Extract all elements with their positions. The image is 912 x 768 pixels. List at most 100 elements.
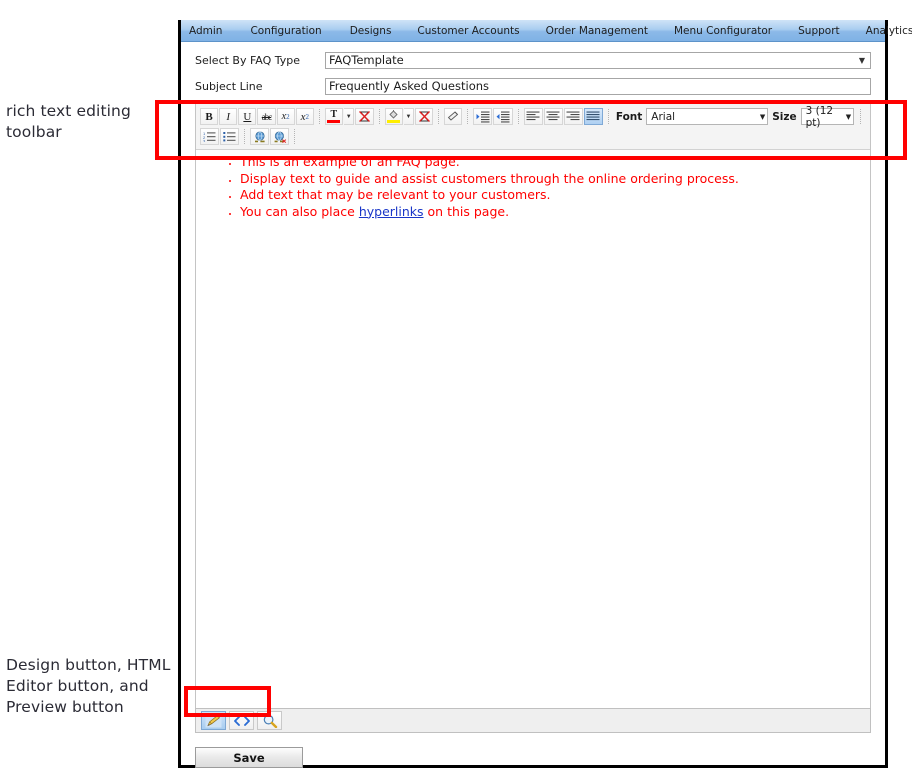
- rich-text-editing-toolbar: B I U abc x2 x2 T ▼ ▼ Font Arial ▼ Size …: [196, 104, 870, 150]
- chevron-down-icon: ▼: [845, 112, 852, 121]
- font-family-select[interactable]: Arial ▼: [646, 108, 769, 125]
- faq-type-value: FAQTemplate: [329, 53, 404, 67]
- align-right-button[interactable]: [563, 108, 583, 125]
- toolbar-separator: [438, 109, 440, 124]
- nav-item-support[interactable]: Support: [798, 25, 840, 37]
- rich-text-editor: B I U abc x2 x2 T ▼ ▼ Font Arial ▼ Size …: [195, 103, 871, 719]
- magnifier-preview-icon: [263, 714, 277, 728]
- list-item: You can also place hyperlinks on this pa…: [240, 204, 864, 221]
- annotation-buttons-callout: Design button, HTML Editor button, and P…: [6, 656, 171, 716]
- numbered-list-button[interactable]: 1 2 3: [200, 128, 219, 145]
- toolbar-separator: [318, 109, 321, 124]
- chevron-down-icon: ▼: [858, 56, 865, 65]
- font-size-select[interactable]: 3 (12 pt) ▼: [800, 105, 855, 129]
- remove-link-button[interactable]: [270, 128, 289, 145]
- faq-type-label: Select By FAQ Type: [195, 54, 301, 67]
- decrease-indent-icon: [496, 111, 510, 122]
- size-label: Size: [772, 110, 797, 123]
- list-item-text: You can also place: [240, 203, 359, 219]
- remove-text-color-button[interactable]: [355, 108, 374, 125]
- align-right-icon: [566, 111, 580, 121]
- increase-indent-icon: [476, 111, 490, 122]
- toolbar-row-2: 1 2 3: [200, 127, 866, 146]
- preview-mode-button[interactable]: [257, 711, 282, 730]
- annotation-toolbar-callout: rich text editing toolbar: [6, 102, 131, 141]
- superscript-button[interactable]: x2: [295, 108, 314, 125]
- nav-item-analytics[interactable]: Analytics: [866, 25, 912, 37]
- toolbar-separator: [467, 109, 469, 124]
- toolbar-separator: [607, 109, 610, 124]
- faq-type-select[interactable]: FAQTemplate ▼: [325, 52, 871, 69]
- font-label: Font: [615, 110, 643, 123]
- subject-line-row: Subject Line Frequently Asked Questions: [195, 78, 871, 95]
- subject-line-label: Subject Line: [195, 80, 263, 93]
- indent-button[interactable]: [473, 108, 493, 125]
- remove-background-color-button[interactable]: [415, 108, 434, 125]
- angle-brackets-html-icon: [233, 715, 250, 726]
- numbered-list-icon: 1 2 3: [203, 131, 216, 142]
- background-color-dropdown-icon[interactable]: ▼: [403, 108, 415, 125]
- align-left-button[interactable]: [523, 108, 543, 125]
- faq-type-row: Select By FAQ Type FAQTemplate ▼: [195, 52, 871, 69]
- eraser-icon: [447, 111, 458, 121]
- faq-bullet-list: This is an example of an FAQ page. Displ…: [202, 154, 864, 220]
- insert-link-button[interactable]: [250, 128, 269, 145]
- svg-text:3: 3: [203, 139, 206, 143]
- pencil-design-icon: [205, 714, 222, 727]
- nav-item-order-management[interactable]: Order Management: [546, 25, 648, 37]
- align-left-icon: [526, 111, 540, 121]
- strikethrough-button[interactable]: abc: [257, 108, 276, 125]
- list-item-text: This is an example of an FAQ page.: [240, 154, 460, 169]
- faq-form: Select By FAQ Type FAQTemplate ▼ Subject…: [181, 42, 885, 104]
- subject-line-value: Frequently Asked Questions: [329, 79, 490, 93]
- nav-item-menu-configurator[interactable]: Menu Configurator: [674, 25, 772, 37]
- font-size-value: 3 (12 pt): [805, 104, 834, 129]
- nav-item-customer-accounts[interactable]: Customer Accounts: [417, 25, 519, 37]
- editor-content-area[interactable]: This is an example of an FAQ page. Displ…: [196, 150, 870, 719]
- toolbar-row-1: B I U abc x2 x2 T ▼ ▼ Font Arial ▼ Size …: [200, 105, 866, 129]
- align-center-icon: [546, 111, 560, 121]
- save-button[interactable]: Save: [195, 747, 303, 768]
- italic-button[interactable]: I: [219, 108, 238, 125]
- text-color-dropdown-icon[interactable]: ▼: [343, 108, 355, 125]
- list-item-text: Add text that may be relevant to your cu…: [240, 187, 551, 202]
- subscript-button[interactable]: x2: [276, 108, 295, 125]
- outdent-button[interactable]: [493, 108, 513, 125]
- list-item: This is an example of an FAQ page.: [240, 154, 864, 171]
- chevron-down-icon: ▼: [759, 112, 766, 121]
- globe-unlink-icon: [274, 130, 286, 143]
- remove-background-color-icon: [418, 111, 430, 122]
- hyperlink[interactable]: hyperlinks: [359, 204, 424, 219]
- subject-line-input[interactable]: Frequently Asked Questions: [325, 78, 871, 95]
- bulleted-list-icon: [223, 132, 236, 142]
- bold-button[interactable]: B: [200, 108, 219, 125]
- font-family-value: Arial: [651, 110, 676, 123]
- background-color-button[interactable]: [384, 108, 403, 125]
- design-mode-button[interactable]: [201, 711, 226, 730]
- list-item-text-tail: on this page.: [423, 203, 510, 219]
- align-center-button[interactable]: [543, 108, 563, 125]
- nav-item-designs[interactable]: Designs: [350, 25, 392, 37]
- align-justify-button[interactable]: [583, 108, 603, 125]
- nav-item-configuration[interactable]: Configuration: [250, 25, 321, 37]
- list-item: Display text to guide and assist custome…: [240, 171, 864, 188]
- align-justify-icon: [586, 111, 600, 121]
- text-color-button[interactable]: T: [324, 108, 343, 125]
- editor-mode-bar: [195, 708, 871, 733]
- toolbar-separator: [244, 129, 246, 144]
- toolbar-separator: [378, 109, 381, 124]
- toolbar-separator: [294, 129, 296, 144]
- underline-button[interactable]: U: [238, 108, 257, 125]
- nav-item-admin[interactable]: Admin: [189, 25, 222, 37]
- remove-text-color-icon: [359, 111, 370, 122]
- bulleted-list-button[interactable]: [220, 128, 239, 145]
- main-navigation-bar: Admin Configuration Designs Customer Acc…: [181, 20, 912, 42]
- application-window: Admin Configuration Designs Customer Acc…: [178, 20, 912, 768]
- html-editor-mode-button[interactable]: [229, 711, 254, 730]
- list-item-text: Display text to guide and assist custome…: [240, 170, 739, 186]
- remove-format-button[interactable]: [444, 108, 463, 125]
- toolbar-separator: [860, 109, 862, 124]
- toolbar-separator: [517, 109, 520, 124]
- list-item: Add text that may be relevant to your cu…: [240, 187, 864, 204]
- paint-bucket-icon: [388, 110, 398, 119]
